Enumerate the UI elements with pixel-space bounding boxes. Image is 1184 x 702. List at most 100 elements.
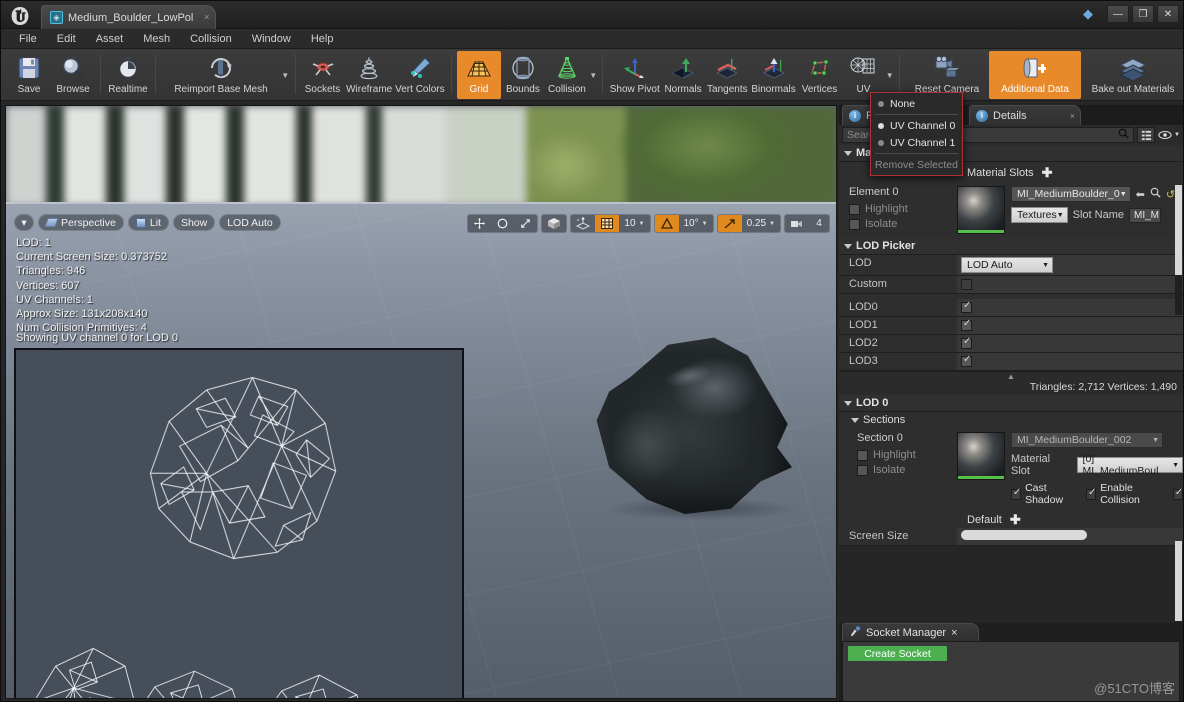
lod1-checkbox[interactable] — [961, 318, 972, 331]
eye-icon[interactable]: ▼ — [1158, 127, 1180, 143]
viewport-lod-button[interactable]: LOD Auto — [219, 214, 281, 231]
document-tab[interactable]: ◈ Medium_Boulder_LowPol × — [41, 5, 217, 29]
slot-name-field[interactable]: MI_M — [1128, 207, 1161, 223]
extra-flag-checkbox[interactable] — [1172, 487, 1183, 500]
toolbar-tangents-button[interactable]: Tangents — [705, 51, 750, 99]
toolbar-binormals-button[interactable]: Binormals — [750, 51, 798, 99]
toolbar-bounds-button[interactable]: Bounds — [501, 51, 545, 99]
find-asset-icon[interactable] — [1150, 187, 1161, 201]
section-material-combo[interactable]: MI_MediumBoulder_002 ▼ — [1011, 432, 1163, 448]
search-icon[interactable] — [1118, 128, 1129, 142]
material-isolate-row[interactable]: Isolate — [849, 218, 957, 230]
toolbar-browse-button[interactable]: Browse — [51, 51, 95, 99]
menu-help[interactable]: Help — [301, 31, 344, 47]
toolbar-sockets-button[interactable]: Sockets — [301, 51, 345, 99]
surface-snap-icon[interactable] — [571, 215, 595, 232]
cast-shadow-row[interactable]: Cast Shadow — [1011, 482, 1081, 506]
eye-chevron-down-icon[interactable]: ▼ — [1174, 132, 1180, 138]
viewport-view-mode-button[interactable]: Lit — [127, 214, 169, 231]
section-isolate-checkbox[interactable] — [857, 464, 868, 476]
section-isolate-row[interactable]: Isolate — [857, 464, 957, 476]
material-asset-combo[interactable]: MI_MediumBoulder_0 ▼ — [1011, 186, 1131, 202]
lod-picker-collapse-handle[interactable]: ▲ — [839, 371, 1183, 381]
menu-asset[interactable]: Asset — [86, 31, 134, 47]
scale-snap-icon[interactable] — [717, 215, 742, 232]
browse-to-asset-icon[interactable]: ⬅ — [1136, 188, 1145, 201]
section-highlight-row[interactable]: Highlight — [857, 449, 957, 461]
toolbar-vert-colors-button[interactable]: Vert Colors — [394, 51, 446, 99]
toolbar-normals-button[interactable]: Normals — [661, 51, 705, 99]
uv-menu-item-none[interactable]: None — [871, 95, 962, 112]
toolbar-wireframe-button[interactable]: Wireframe — [345, 51, 394, 99]
plus-icon[interactable]: ✚ — [1010, 512, 1021, 528]
material-highlight-checkbox[interactable] — [849, 203, 860, 215]
uv-dropdown-menu[interactable]: None UV Channel 0 UV Channel 1 Remove Se… — [870, 92, 963, 176]
lod3-checkbox[interactable] — [961, 354, 972, 367]
toolbar-grid-button[interactable]: Grid — [456, 51, 501, 99]
reimport-chevron-down-icon[interactable]: ▼ — [281, 51, 290, 99]
viewport-camera-mode-button[interactable]: Perspective — [38, 214, 124, 231]
uv-layout-panel[interactable] — [14, 348, 464, 698]
enable-collision-row[interactable]: Enable Collision — [1086, 482, 1168, 506]
lod0-checkbox[interactable] — [961, 300, 972, 313]
grid-snap-icon[interactable] — [595, 215, 620, 232]
menu-window[interactable]: Window — [242, 31, 301, 47]
toolbar-reimport-base-mesh-button[interactable]: Reimport Base Mesh — [161, 51, 281, 99]
section-material-thumbnail[interactable] — [957, 432, 1005, 480]
enable-collision-checkbox[interactable] — [1086, 487, 1097, 500]
toolbar-collision-button[interactable]: Collision — [545, 51, 589, 99]
grid-settings-icon[interactable] — [1137, 127, 1155, 143]
material-slot-combo[interactable]: [0] MI_MediumBoul ▼ — [1076, 453, 1183, 477]
tab-details-close-icon[interactable]: × — [1070, 111, 1075, 121]
scale-gizmo-icon[interactable] — [514, 215, 537, 232]
toolbar-bake-out-materials-button[interactable]: Bake out Materials — [1081, 51, 1183, 99]
translate-gizmo-icon[interactable] — [468, 215, 491, 232]
toolbar-show-pivot-button[interactable]: Show Pivot — [608, 51, 661, 99]
reset-icon[interactable]: ↺ — [1166, 188, 1175, 201]
material-thumbnail[interactable] — [957, 186, 1005, 234]
sections-subheader[interactable]: Sections — [839, 412, 1183, 428]
menu-file[interactable]: File — [9, 31, 47, 47]
viewport-options-button[interactable]: ▾ — [14, 214, 34, 231]
menu-mesh[interactable]: Mesh — [133, 31, 180, 47]
plus-icon[interactable]: ✚ — [1042, 165, 1053, 181]
uv-menu-item-channel-0[interactable]: UV Channel 0 — [871, 117, 962, 134]
lod2-checkbox[interactable] — [961, 336, 972, 349]
material-highlight-row[interactable]: Highlight — [849, 203, 957, 215]
close-button[interactable]: ✕ — [1157, 5, 1179, 23]
viewport-show-button[interactable]: Show — [172, 214, 216, 231]
scale-snap-chevron-down-icon[interactable]: ▼ — [769, 221, 775, 227]
socket-manager-tab[interactable]: Socket Manager × — [842, 623, 979, 641]
toolbar-save-button[interactable]: Save — [7, 51, 51, 99]
scale-snap-value[interactable]: 0.25 ▼ — [742, 215, 780, 232]
collision-chevron-down-icon[interactable]: ▼ — [589, 51, 598, 99]
lod-combo[interactable]: LOD Auto ▼ — [961, 257, 1053, 273]
menu-collision[interactable]: Collision — [180, 31, 242, 47]
screen-size-slider[interactable] — [961, 530, 1087, 540]
angle-snap-icon[interactable] — [654, 215, 679, 232]
document-tab-close-icon[interactable]: × — [204, 12, 209, 22]
camera-speed-value[interactable]: 4 — [809, 215, 829, 232]
toolbar-realtime-button[interactable]: Realtime — [106, 51, 150, 99]
camera-speed-icon[interactable] — [785, 215, 809, 232]
uv-menu-item-channel-1[interactable]: UV Channel 1 — [871, 134, 962, 151]
material-isolate-checkbox[interactable] — [849, 218, 860, 230]
mesh-viewport[interactable]: LOD: 1 Current Screen Size: 0.373752 Tri… — [5, 105, 837, 699]
angle-snap-chevron-down-icon[interactable]: ▼ — [702, 221, 708, 227]
cast-shadow-checkbox[interactable] — [1011, 487, 1021, 500]
toolbar-vertices-button[interactable]: Vertices — [797, 51, 841, 99]
boulder-mesh[interactable] — [584, 334, 794, 514]
details-scroll-area[interactable]: Material Slots Material Slots ✚ Element … — [839, 145, 1183, 623]
grid-snap-chevron-down-icon[interactable]: ▼ — [639, 221, 645, 227]
angle-snap-value[interactable]: 10° ▼ — [679, 215, 713, 232]
lod-picker-header[interactable]: LOD Picker — [839, 238, 1183, 255]
socket-manager-tab-close-icon[interactable]: × — [951, 627, 957, 639]
tab-details[interactable]: i Details × — [969, 105, 1081, 125]
details-scrollbar-bottom[interactable] — [1175, 541, 1182, 623]
details-scrollbar-top[interactable] — [1175, 185, 1182, 315]
lod0-section-header[interactable]: LOD 0 — [839, 395, 1183, 412]
menu-edit[interactable]: Edit — [47, 31, 86, 47]
grid-snap-value[interactable]: 10 ▼ — [619, 215, 649, 232]
toolbar-additional-data-button[interactable]: Additional Data — [989, 51, 1081, 99]
minimize-button[interactable]: — — [1107, 5, 1129, 23]
